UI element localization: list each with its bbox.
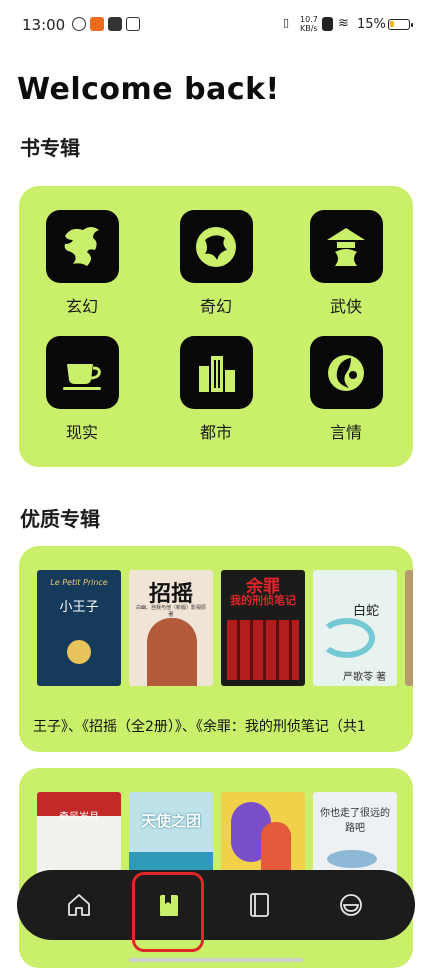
calendar-notification-icon <box>126 17 140 31</box>
category-label: 言情 <box>329 423 362 442</box>
book-subtitle: 我的刑侦笔记 <box>230 594 296 607</box>
featured-title: 优质专辑 <box>20 507 100 531</box>
wifi-icon: ≋ <box>338 16 349 31</box>
dragon-icon <box>45 210 119 283</box>
active-tab-highlight <box>132 872 204 952</box>
book-title: 白蛇 <box>353 604 380 619</box>
teacup-icon <box>45 336 119 409</box>
battery-icon <box>388 19 413 30</box>
vibrate-icon: ▯ <box>283 16 290 29</box>
book-cover-little-prince[interactable]: Le Petit Prince 小王子 <box>37 570 121 686</box>
category-label: 武侠 <box>329 297 362 316</box>
category-label: 玄幻 <box>65 297 98 316</box>
city-buildings-icon <box>179 336 253 409</box>
mail-notification-icon <box>108 17 122 31</box>
bottom-nav <box>17 870 415 940</box>
net-speed: 10.7 KB/s <box>300 15 318 33</box>
categories-title: 书专辑 <box>20 136 80 160</box>
profile-icon <box>340 894 362 916</box>
album-title: 王子》、《招摇（全2册）》、《余罪：我的刑侦笔记（共1 <box>33 719 366 735</box>
wyvern-icon <box>179 210 253 283</box>
book-set-illustration <box>227 620 299 680</box>
sim-icon <box>322 17 333 31</box>
book-cover-baishe[interactable]: 白蛇 严歌苓 著 <box>313 570 397 686</box>
book-title: 奇风岁月 <box>59 812 99 823</box>
book-author: 严歌苓 著 <box>343 672 387 683</box>
category-label: 现实 <box>65 423 98 442</box>
book-subtitle: 白幽、自我与他（新版）影视原著 <box>135 605 206 618</box>
book-title: 小王子 <box>59 600 99 615</box>
cloud-heart-icon <box>309 336 383 409</box>
category-yanqing[interactable]: 言情 <box>301 336 391 443</box>
clock: 13:00 <box>22 16 66 34</box>
system-home-indicator[interactable] <box>129 958 303 962</box>
category-dushi[interactable]: 都市 <box>171 336 261 443</box>
nav-home[interactable] <box>49 880 109 930</box>
book-cover-partial <box>405 570 413 686</box>
category-label: 奇幻 <box>199 297 232 316</box>
album-card-1[interactable]: Le Petit Prince 小王子 招摇 白幽、自我与他（新版）影视原著 余… <box>19 546 413 752</box>
nav-notebook[interactable] <box>229 880 289 930</box>
character-illustration <box>147 618 197 686</box>
swordsman-icon <box>309 210 383 283</box>
category-label: 都市 <box>199 423 232 442</box>
category-wuxia[interactable]: 武侠 <box>301 210 391 317</box>
book-title: 天使之团 <box>140 812 201 830</box>
orange-app-icon <box>90 17 104 31</box>
category-xuanhuan[interactable]: 玄幻 <box>37 210 127 317</box>
battery-percent: 15% <box>357 17 386 32</box>
whale-illustration <box>327 850 377 868</box>
home-icon <box>68 894 90 916</box>
planet-illustration <box>67 640 91 664</box>
category-qihuan[interactable]: 奇幻 <box>171 210 261 317</box>
app-notification-icon <box>72 17 86 31</box>
notebook-icon <box>250 893 269 917</box>
book-cover-zhaoyao[interactable]: 招摇 白幽、自我与他（新版）影视原著 <box>129 570 213 686</box>
categories-panel: 玄幻 奇幻 武侠 现实 都市 言情 <box>19 186 413 467</box>
status-bar: 13:00 ▯ 10.7 KB/s ≋ 15% <box>0 0 432 52</box>
nav-profile[interactable] <box>321 880 381 930</box>
welcome-heading: Welcome back! <box>17 72 280 107</box>
wave-illustration <box>319 618 375 658</box>
book-subtitle: Le Petit Prince <box>50 578 108 587</box>
book-title: 你也走了很远的路吧 <box>320 808 390 834</box>
book-cover-yuzui[interactable]: 余罪 我的刑侦笔记 <box>221 570 305 686</box>
category-xianshi[interactable]: 现实 <box>37 336 127 443</box>
